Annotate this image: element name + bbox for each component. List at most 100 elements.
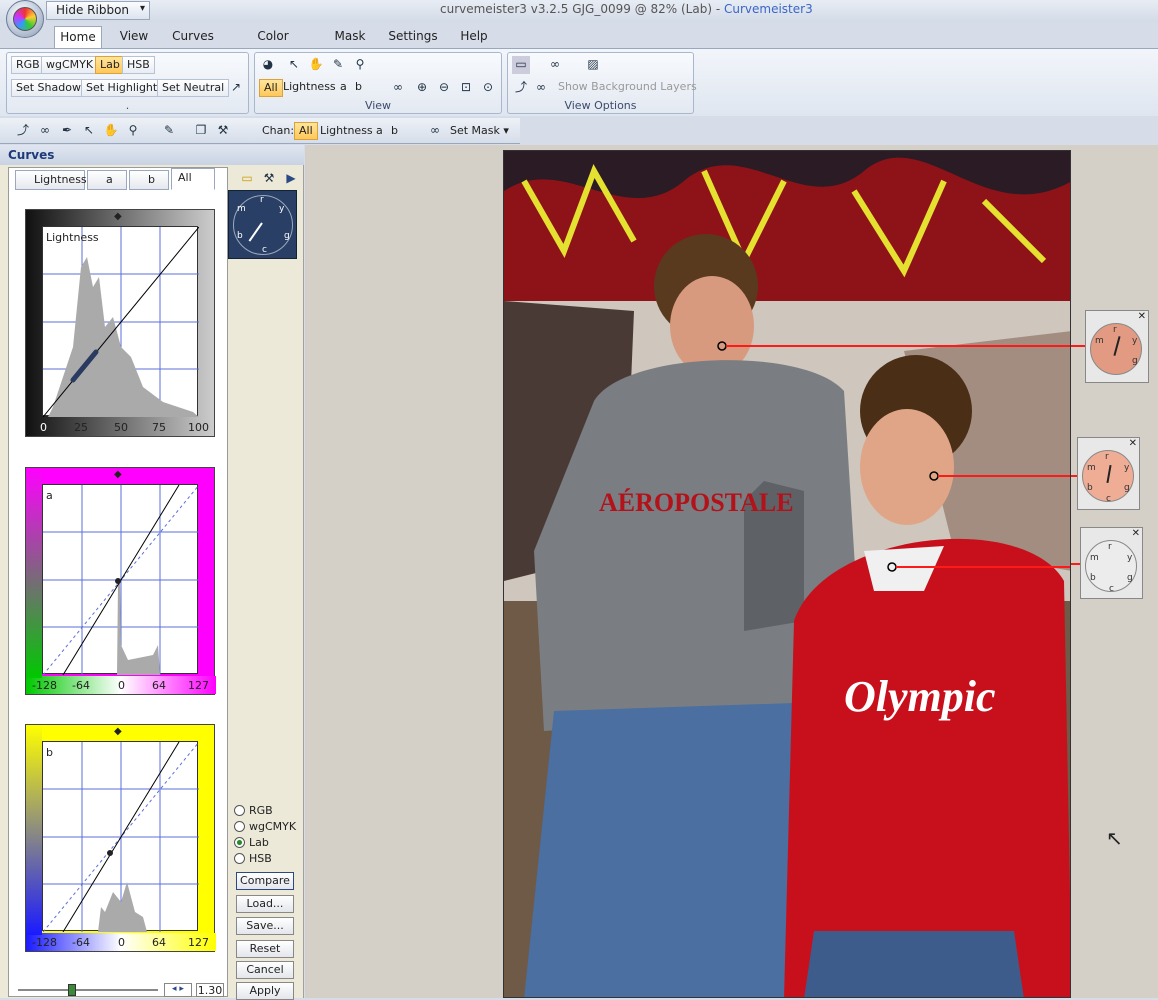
mode-rgb-button[interactable]: RGB xyxy=(11,56,45,74)
scale-stepper[interactable]: ◂ ▸ xyxy=(164,983,192,997)
color-dial-widget[interactable]: r y g c b m xyxy=(228,190,297,259)
slider-arrows-icon[interactable]: ◆ xyxy=(114,726,122,737)
scale-value[interactable]: 1.30 xyxy=(196,983,224,997)
quick-access-dropdown-icon[interactable]: ▾ xyxy=(140,3,145,14)
set-highlight-button[interactable]: Set Highlight xyxy=(81,79,163,97)
mask-link-icon[interactable]: ∞ xyxy=(532,79,550,97)
color-sample-widget[interactable]: ✕ r y g c b m xyxy=(1077,437,1140,510)
lightness-curve-box[interactable]: Lightness 0 25 50 75 100 ◆ xyxy=(25,209,215,437)
layer-icon[interactable]: ▭ xyxy=(512,56,530,74)
close-icon[interactable]: ✕ xyxy=(1138,311,1146,322)
set-mask-button[interactable]: Set Mask ▾ xyxy=(450,124,509,137)
close-icon[interactable]: ✕ xyxy=(1132,528,1140,539)
pen-icon[interactable]: ✒ xyxy=(58,122,76,140)
set-neutral-button[interactable]: Set Neutral xyxy=(157,79,230,97)
toolbar-chan-all[interactable]: All xyxy=(294,122,318,140)
zoom-in-icon[interactable]: ⊕ xyxy=(413,79,431,97)
apply-button[interactable]: Apply xyxy=(236,982,294,1000)
reset-button[interactable]: Reset xyxy=(236,940,294,958)
toolbar-chan-lightness[interactable]: Lightness xyxy=(320,124,373,137)
chan-lightness-button[interactable]: Lightness xyxy=(279,79,340,97)
image-icon[interactable]: ▨ xyxy=(584,56,602,74)
set-shadow-button[interactable]: Set Shadow xyxy=(11,79,86,97)
chan-a-button[interactable]: a xyxy=(336,79,351,97)
tab-view[interactable]: View xyxy=(112,26,156,48)
hide-ribbon-button[interactable]: Hide Ribbon xyxy=(46,1,150,20)
wrench-icon[interactable]: ⚒ xyxy=(214,122,232,140)
mask-view-icon[interactable]: ∞ xyxy=(546,56,564,74)
curve-icon[interactable]: ⤴ xyxy=(14,122,32,140)
a-curve-box[interactable]: a -128 -64 0 64 127 ◆ xyxy=(25,467,216,695)
radio-hsb[interactable]: HSB xyxy=(234,852,272,865)
radio-wgcmyk[interactable]: wgCMYK xyxy=(234,820,296,833)
tab-a[interactable]: a xyxy=(87,170,127,190)
scale-slider[interactable] xyxy=(18,989,158,991)
zoom-fit-icon[interactable]: ⊡ xyxy=(457,79,475,97)
document-title: curvemeister3 v3.2.5 GJG_0099 @ 82% (Lab… xyxy=(440,2,721,16)
cancel-button[interactable]: Cancel xyxy=(236,961,294,979)
color-wheel-icon[interactable]: ◕ xyxy=(259,56,277,74)
toolbar-chan-a[interactable]: a xyxy=(376,124,383,137)
mode-wgcmyk-button[interactable]: wgCMYK xyxy=(41,56,99,74)
close-icon[interactable]: ✕ xyxy=(1129,438,1137,449)
mask-icon[interactable]: ∞ xyxy=(36,122,54,140)
chan-b-button[interactable]: b xyxy=(351,79,366,97)
photo-illustration: AÉROPOSTALE Olympic xyxy=(504,151,1070,997)
load-button[interactable]: Load... xyxy=(236,895,294,913)
compare-button[interactable]: Compare xyxy=(236,872,294,890)
hand-icon[interactable]: ✋ xyxy=(102,122,120,140)
hand-icon[interactable]: ✋ xyxy=(307,56,325,74)
mode-hsb-button[interactable]: HSB xyxy=(122,56,155,74)
dial-letter: m xyxy=(1087,463,1096,473)
view-options-label: View Options xyxy=(564,99,637,112)
zoom-icon[interactable]: ⚲ xyxy=(124,122,142,140)
a-plot[interactable]: a xyxy=(42,484,200,676)
zoom-out-icon[interactable]: ⊖ xyxy=(435,79,453,97)
view-group-label: View xyxy=(364,99,392,112)
scale-slider-thumb[interactable] xyxy=(68,984,76,996)
show-background-layers-button[interactable]: Show Background Layers xyxy=(554,79,701,97)
mask-toggle-icon[interactable]: ∞ xyxy=(389,79,407,97)
pointer-icon[interactable]: ↖ xyxy=(80,122,98,140)
photo[interactable]: AÉROPOSTALE Olympic xyxy=(503,150,1071,998)
eyedropper-icon[interactable]: ✎ xyxy=(329,56,347,74)
pointer-icon[interactable]: ↖ xyxy=(285,56,303,74)
tab-curves[interactable]: Curves xyxy=(168,26,218,48)
slider-arrows-icon[interactable]: ◆ xyxy=(114,211,122,222)
b-curve-box[interactable]: b -128 -64 0 64 127 ◆ xyxy=(25,724,216,952)
b-plot[interactable]: b xyxy=(42,741,200,933)
a-tick: -128 xyxy=(32,679,57,692)
color-sample-widget[interactable]: ✕ r y g c b m xyxy=(1080,527,1143,599)
lightness-tick: 100 xyxy=(188,421,209,434)
toolbar-chan-b[interactable]: b xyxy=(391,124,398,137)
save-button[interactable]: Save... xyxy=(236,917,294,935)
auto-curve-icon[interactable]: ↗ xyxy=(227,79,245,97)
curve-tool-icon[interactable]: ⤴ xyxy=(512,79,530,97)
play-icon[interactable]: ▶ xyxy=(282,170,300,188)
secondary-toolbar: ⤴ ∞ ✒ ↖ ✋ ⚲ ✎ ❐ ⚒ Chan: All Lightness a … xyxy=(0,118,520,144)
application-menu-button[interactable] xyxy=(6,0,44,38)
tab-help[interactable]: Help xyxy=(456,26,492,48)
zoom-actual-icon[interactable]: ⊙ xyxy=(479,79,497,97)
eyedropper-icon[interactable]: ✎ xyxy=(160,122,178,140)
tab-all[interactable]: All xyxy=(171,168,215,190)
copy-icon[interactable]: ❐ xyxy=(192,122,210,140)
lightness-plot[interactable]: Lightness xyxy=(42,226,200,418)
folder-icon[interactable]: ▭ xyxy=(238,170,256,188)
mode-lab-button[interactable]: Lab xyxy=(95,56,125,74)
mask-dropdown-icon[interactable]: ∞ xyxy=(426,122,444,140)
tab-color-sample[interactable]: Color Sample xyxy=(234,26,312,63)
color-sample-widget[interactable]: ✕ r y g m xyxy=(1085,310,1149,383)
slider-arrows-icon[interactable]: ◆ xyxy=(114,469,122,480)
zoom-icon[interactable]: ⚲ xyxy=(351,56,369,74)
a-tick: -64 xyxy=(72,679,90,692)
wrench-icon[interactable]: ⚒ xyxy=(260,170,278,188)
tab-settings[interactable]: Settings xyxy=(386,26,440,48)
tab-mask[interactable]: Mask xyxy=(330,26,370,48)
tab-home[interactable]: Home xyxy=(54,26,102,48)
radio-rgb[interactable]: RGB xyxy=(234,804,273,817)
radio-lab[interactable]: Lab xyxy=(234,836,269,849)
tab-lightness[interactable]: Lightness xyxy=(15,170,87,190)
lightness-tick: 50 xyxy=(114,421,128,434)
tab-b[interactable]: b xyxy=(129,170,169,190)
